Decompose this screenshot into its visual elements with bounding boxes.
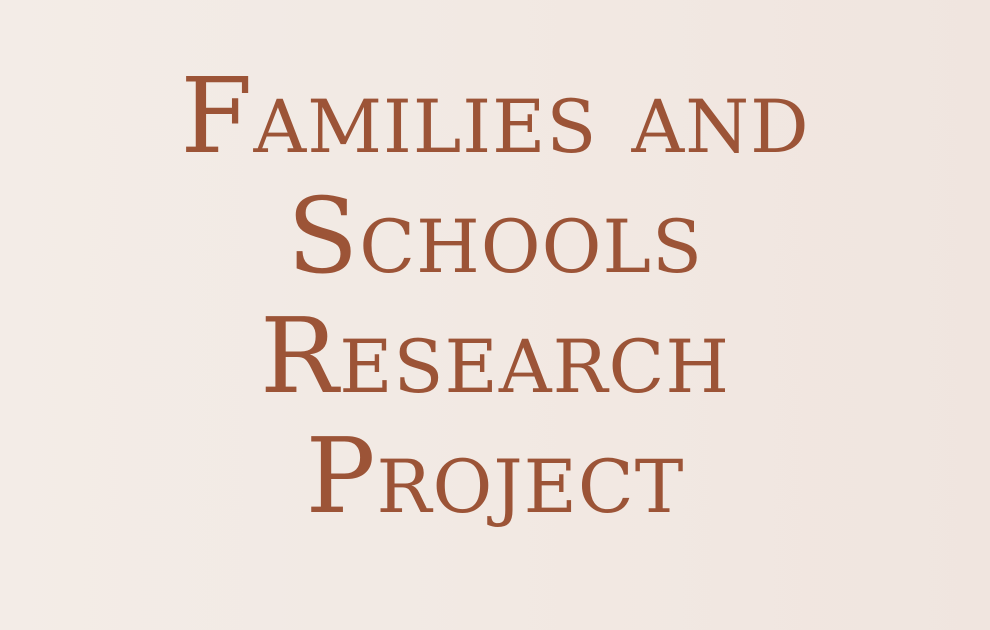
title-line-4: Project xyxy=(305,415,685,537)
title-line-3: Research xyxy=(259,295,731,417)
page-title: Families and Schools Research Project xyxy=(0,56,990,536)
title-line-2: Schools xyxy=(287,175,703,297)
title-line-1: Families and xyxy=(180,55,810,177)
